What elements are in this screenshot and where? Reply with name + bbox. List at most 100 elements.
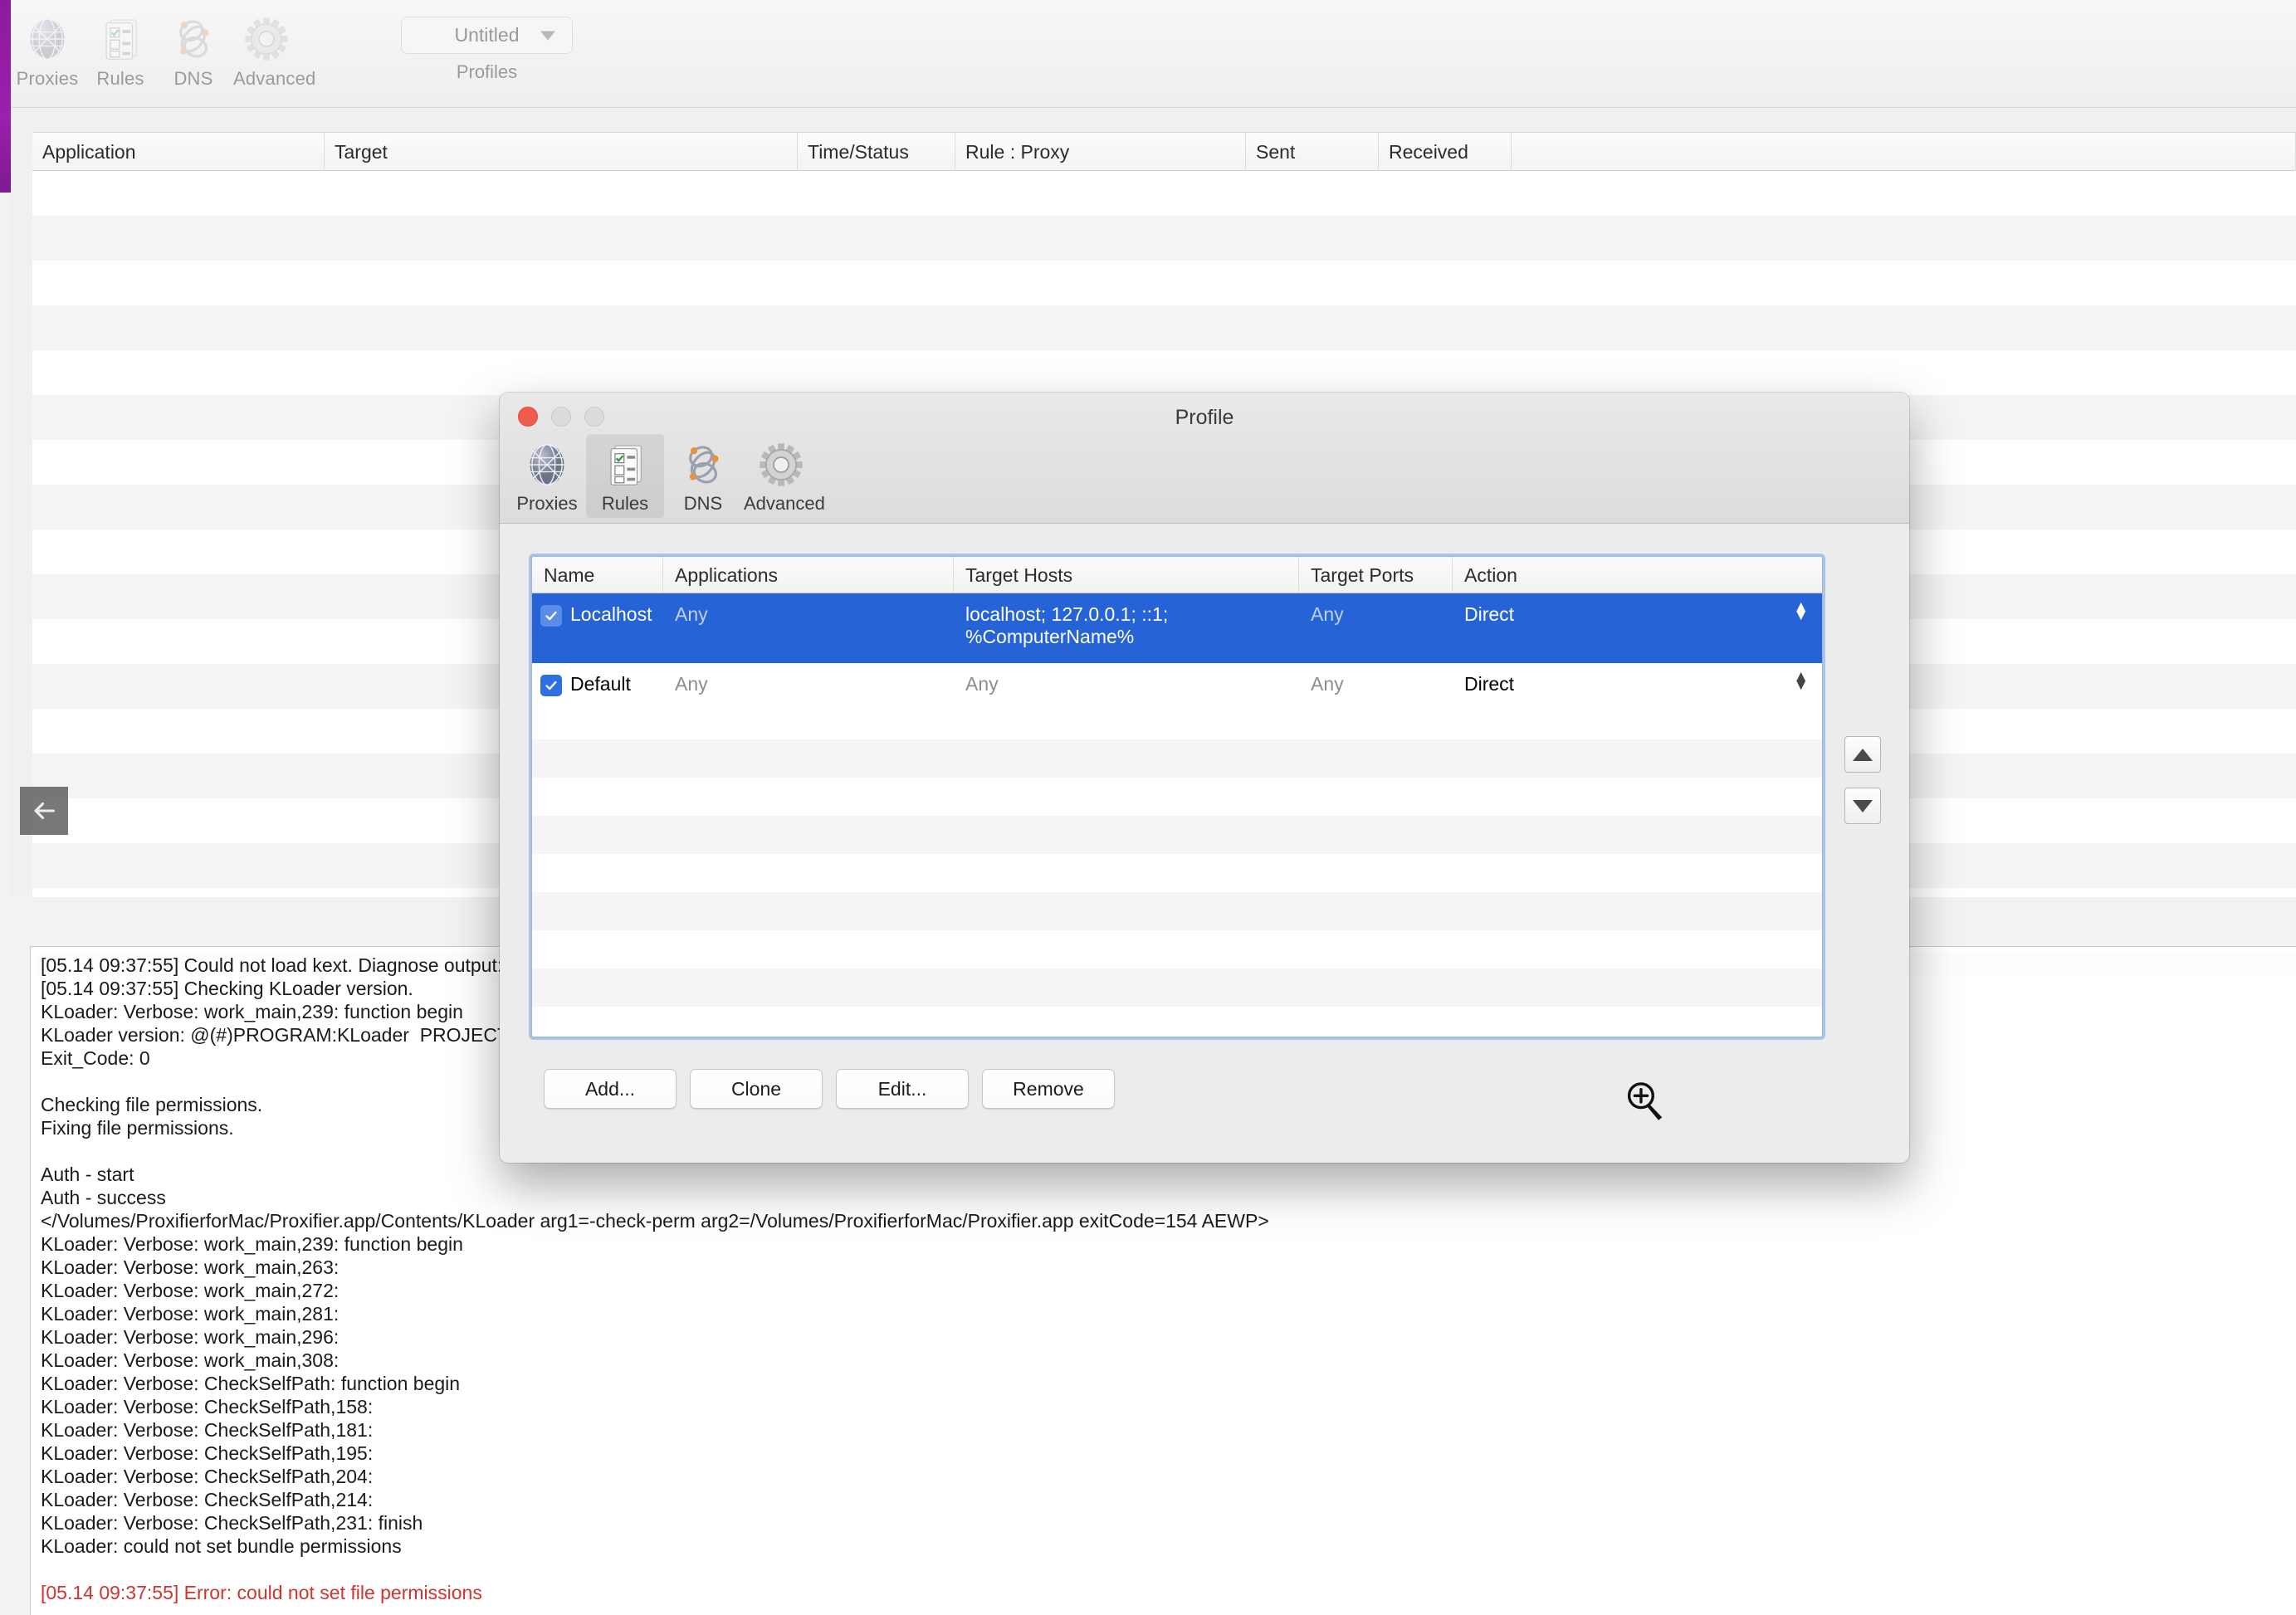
- toolbar-item-dns[interactable]: DNS: [157, 12, 230, 90]
- rules-empty-row[interactable]: [532, 816, 1822, 854]
- table-row[interactable]: [32, 216, 2296, 261]
- add-button[interactable]: Add...: [544, 1069, 677, 1109]
- row-checkbox[interactable]: [540, 675, 562, 696]
- rules-empty-row[interactable]: [532, 778, 1822, 816]
- globe-icon: [530, 444, 564, 485]
- gear-icon: [245, 17, 288, 61]
- log-line: KLoader: Verbose: CheckSelfPath,158:: [41, 1396, 374, 1417]
- toolbar-item-label: DNS: [173, 68, 213, 89]
- edit-button[interactable]: Edit...: [836, 1069, 969, 1109]
- gear-icon: [760, 443, 803, 486]
- dialog-tab-label: Advanced: [744, 493, 825, 514]
- column-header-rule-proxy[interactable]: Rule : Proxy: [955, 133, 1246, 171]
- rules-column-header-name[interactable]: Name: [532, 557, 663, 593]
- rules-table-header: Name Applications Target Hosts Target Ports…: [532, 557, 1822, 593]
- rules-empty-row[interactable]: [532, 930, 1822, 969]
- action-stepper-icon[interactable]: ▲ ▼: [1793, 599, 1809, 623]
- dialog-tab-label: Rules: [601, 493, 649, 514]
- rule-name-cell: Localhost: [532, 593, 663, 627]
- rules-column-header-action[interactable]: Action: [1453, 557, 1822, 593]
- dialog-titlebar: Profile Proxies Rules DNS Advanced: [500, 393, 1909, 524]
- rules-empty-row[interactable]: [532, 892, 1822, 930]
- clone-button[interactable]: Clone: [690, 1069, 823, 1109]
- dialog-tab-label: DNS: [683, 493, 723, 514]
- toolbar-item-proxies[interactable]: Proxies: [11, 12, 84, 90]
- rule-target-hosts: localhost; 127.0.0.1; ::1; %ComputerName…: [965, 603, 1169, 647]
- rules-list-icon: [87, 12, 154, 63]
- rules-table[interactable]: Name Applications Target Hosts Target Ports…: [531, 556, 1823, 1037]
- table-row[interactable]: [32, 350, 2296, 395]
- rules-empty-row[interactable]: [532, 1007, 1822, 1037]
- rules-empty-row[interactable]: [532, 739, 1822, 778]
- log-line: KLoader: Verbose: work_main,263:: [41, 1256, 340, 1278]
- rule-action[interactable]: Direct: [1453, 663, 1822, 695]
- rules-table-row[interactable]: Default Any Any Any Direct ▲ ▼: [532, 663, 1822, 701]
- rule-target-ports: Any: [1311, 673, 1344, 695]
- column-header-sent[interactable]: Sent: [1246, 133, 1379, 171]
- reorder-buttons: [1844, 736, 1881, 824]
- check-icon: [545, 681, 557, 690]
- rules-column-header-target-hosts[interactable]: Target Hosts: [954, 557, 1299, 593]
- dialog-tab-advanced[interactable]: Advanced: [742, 434, 825, 518]
- main-toolbar: Proxies Rules DNS Advanced Untitled Prof…: [11, 0, 2296, 108]
- rules-empty-row[interactable]: [532, 854, 1822, 892]
- log-line: KLoader: Verbose: CheckSelfPath,204:: [41, 1466, 374, 1487]
- table-row[interactable]: [32, 305, 2296, 350]
- table-row[interactable]: [32, 171, 2296, 216]
- rules-empty-row[interactable]: [532, 701, 1822, 739]
- log-line: KLoader: Verbose: work_main,281:: [41, 1303, 340, 1325]
- column-header-target[interactable]: Target: [325, 133, 798, 171]
- dialog-action-buttons: Add... Clone Edit... Remove: [544, 1069, 1115, 1109]
- rules-list-icon: [610, 445, 642, 485]
- rules-table-container: Name Applications Target Hosts Target Ports…: [531, 556, 1823, 1037]
- gear-icon: [233, 12, 300, 63]
- log-line: KLoader: Verbose: CheckSelfPath: functio…: [41, 1373, 461, 1394]
- zoom-in-cursor: [1627, 1082, 1663, 1120]
- rule-target-ports: Any: [1311, 603, 1344, 625]
- rule-name: Default: [570, 673, 631, 695]
- column-header-spacer: [1512, 133, 2296, 171]
- column-header-application[interactable]: Application: [32, 133, 325, 171]
- rule-target-hosts: Any: [965, 673, 999, 695]
- move-up-button[interactable]: [1844, 736, 1881, 773]
- rule-applications: Any: [675, 673, 708, 695]
- globe-icon: [510, 437, 584, 489]
- rule-name: Localhost: [570, 603, 652, 625]
- log-line: [05.14 09:37:55] Error: could not set fi…: [41, 1582, 482, 1603]
- dialog-tab-dns[interactable]: DNS: [664, 434, 742, 518]
- profile-select[interactable]: Untitled: [401, 17, 573, 54]
- rules-column-header-target-ports[interactable]: Target Ports: [1299, 557, 1453, 593]
- chevron-down-icon: [540, 31, 555, 40]
- toolbar-item-advanced[interactable]: Advanced: [230, 12, 315, 90]
- table-row[interactable]: [32, 261, 2296, 305]
- accent-stripe: [0, 0, 11, 193]
- dialog-tab-rules[interactable]: Rules: [586, 434, 664, 518]
- remove-button[interactable]: Remove: [982, 1069, 1115, 1109]
- rule-name-cell: Default: [532, 663, 663, 696]
- log-line: KLoader: Verbose: CheckSelfPath,195:: [41, 1442, 374, 1464]
- dialog-tab-proxies[interactable]: Proxies: [508, 434, 586, 518]
- move-down-button[interactable]: [1844, 788, 1881, 824]
- rules-table-row[interactable]: Localhost Any localhost; 127.0.0.1; ::1;…: [532, 593, 1822, 663]
- toolbar-item-rules[interactable]: Rules: [84, 12, 157, 90]
- log-line: </Volumes/ProxifierforMac/Proxifier.app/…: [41, 1210, 1269, 1232]
- back-button[interactable]: [20, 787, 68, 835]
- dialog-tab-label: Proxies: [516, 493, 578, 514]
- rules-table-body: Localhost Any localhost; 127.0.0.1; ::1;…: [532, 593, 1822, 701]
- arrow-left-icon: [34, 802, 55, 820]
- log-line: Auth - success: [41, 1187, 166, 1208]
- column-header-received[interactable]: Received: [1379, 133, 1512, 171]
- rule-action[interactable]: Direct: [1453, 593, 1822, 626]
- rules-empty-row[interactable]: [532, 969, 1822, 1007]
- triangle-down-icon: [1853, 799, 1873, 812]
- rules-column-header-applications[interactable]: Applications: [663, 557, 954, 593]
- row-checkbox[interactable]: [540, 605, 562, 627]
- log-line: KLoader: Verbose: work_main,272:: [41, 1280, 340, 1301]
- dns-atom-icon: [179, 20, 209, 58]
- rules-list-icon: [105, 19, 137, 60]
- profile-select-value: Untitled: [454, 24, 520, 46]
- log-line: Auth - start: [41, 1164, 134, 1185]
- column-header-time-status[interactable]: Time/Status: [798, 133, 955, 171]
- action-stepper-icon[interactable]: ▲ ▼: [1793, 669, 1809, 693]
- log-line: KLoader: Verbose: CheckSelfPath,214:: [41, 1489, 374, 1510]
